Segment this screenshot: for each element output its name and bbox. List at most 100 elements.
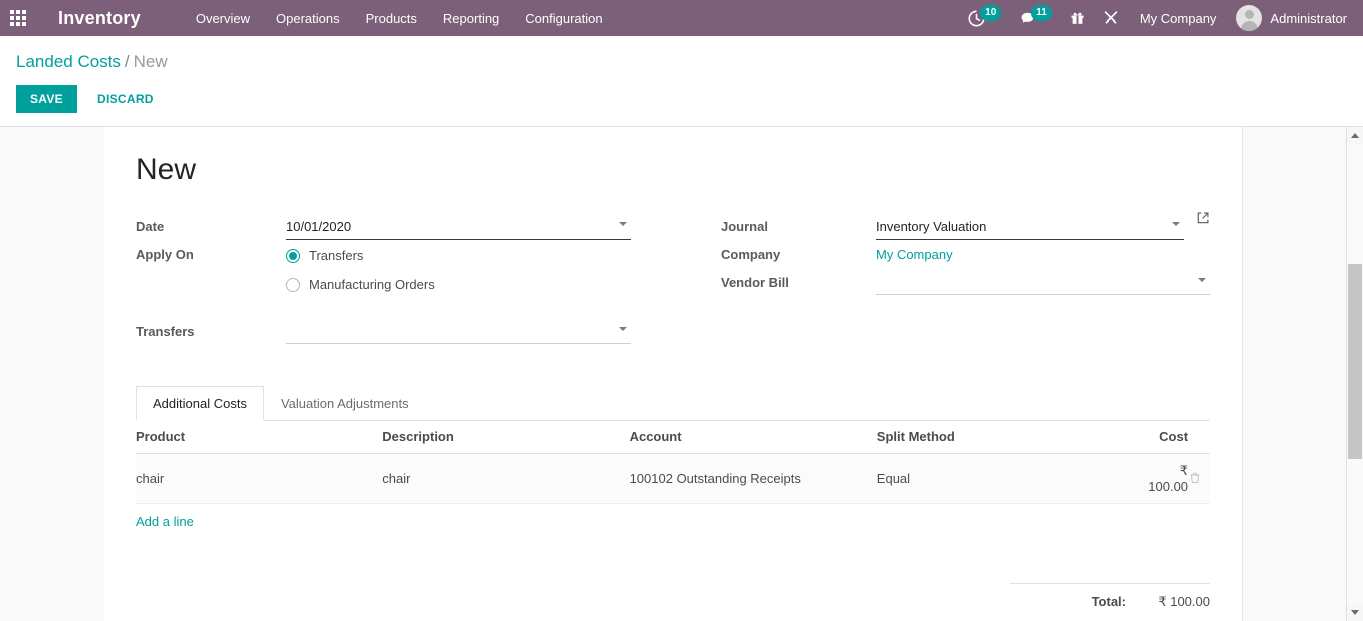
main-menu: Overview Operations Products Reporting C… [183, 2, 616, 35]
notebook-tabs: Additional Costs Valuation Adjustments [136, 386, 1210, 421]
vendor-bill-input-wrapper[interactable] [876, 271, 1210, 295]
content-area: New Date 10/01/2020 Apply [0, 126, 1363, 621]
column-header-cost[interactable]: Cost [1148, 421, 1188, 454]
field-transfers: Transfers [136, 318, 673, 346]
radio-manufacturing-orders-input[interactable] [286, 278, 300, 292]
scrollbar-track[interactable] [1347, 144, 1363, 604]
breadcrumb-separator: / [125, 52, 130, 71]
totals-section: Total: ₹ 100.00 COMPUTE [136, 583, 1210, 621]
scroll-down-button[interactable] [1347, 604, 1363, 621]
cell-split-method[interactable]: Equal [877, 454, 1148, 504]
menu-item-reporting[interactable]: Reporting [430, 2, 512, 35]
total-value: ₹ 100.00 [1140, 594, 1210, 610]
journal-input-wrapper[interactable]: Inventory Valuation [876, 215, 1184, 240]
radio-transfers-input[interactable] [286, 249, 300, 263]
vendor-bill-input[interactable] [876, 271, 1210, 295]
table-row[interactable]: chair chair 100102 Outstanding Receipts … [136, 454, 1210, 504]
control-panel: Landed Costs/New SAVE DISCARD [0, 36, 1363, 123]
external-link-icon [1196, 211, 1210, 225]
field-company-label: Company [721, 241, 876, 264]
tab-valuation-adjustments[interactable]: Valuation Adjustments [264, 386, 426, 421]
field-journal: Journal Inventory Valuation [721, 213, 1210, 241]
cell-account[interactable]: 100102 Outstanding Receipts [630, 454, 877, 504]
add-line-cell[interactable]: Add a line [136, 504, 1210, 536]
top-navbar: Inventory Overview Operations Products R… [0, 0, 1363, 36]
tab-additional-costs[interactable]: Additional Costs [136, 386, 264, 421]
column-header-product[interactable]: Product [136, 421, 382, 454]
page-title: New [136, 153, 1210, 187]
compute-row: COMPUTE [1010, 614, 1210, 621]
company-value-link[interactable]: My Company [876, 243, 1210, 267]
breadcrumb: Landed Costs/New [0, 46, 1363, 77]
add-a-line-link[interactable]: Add a line [136, 514, 194, 529]
cell-delete[interactable] [1188, 454, 1210, 504]
form-sheet: New Date 10/01/2020 Apply [104, 127, 1243, 621]
field-vendor-bill-label: Vendor Bill [721, 269, 876, 292]
scrollbar-thumb[interactable] [1348, 264, 1362, 459]
activity-count-badge: 10 [980, 5, 1001, 21]
vertical-scrollbar[interactable] [1346, 127, 1363, 621]
gift-icon [1070, 10, 1085, 26]
field-transfers-label: Transfers [136, 318, 286, 341]
date-input-wrapper[interactable]: 10/01/2020 [286, 215, 631, 240]
app-brand-inventory[interactable]: Inventory [58, 8, 141, 29]
radio-option-transfers[interactable]: Transfers [286, 243, 673, 267]
column-header-account[interactable]: Account [630, 421, 877, 454]
column-header-description[interactable]: Description [382, 421, 629, 454]
record-actions: SAVE DISCARD [0, 77, 1363, 123]
total-label: Total: [1092, 594, 1126, 609]
field-date-label: Date [136, 213, 286, 236]
save-button[interactable]: SAVE [16, 85, 77, 113]
radio-manufacturing-orders-label[interactable]: Manufacturing Orders [309, 277, 435, 292]
gift-button[interactable] [1061, 0, 1094, 36]
menu-item-overview[interactable]: Overview [183, 2, 263, 35]
scroll-up-button[interactable] [1347, 127, 1363, 144]
journal-input[interactable]: Inventory Valuation [876, 215, 1184, 240]
transfers-input[interactable] [286, 320, 631, 344]
date-input[interactable]: 10/01/2020 [286, 215, 631, 240]
table-header-row: Product Description Account Split Method… [136, 421, 1210, 454]
form-scroll-container: New Date 10/01/2020 Apply [0, 127, 1346, 621]
breadcrumb-current: New [134, 52, 168, 71]
chevron-up-icon [1351, 133, 1359, 138]
radio-transfers-label[interactable]: Transfers [309, 248, 363, 263]
messages-count-badge: 11 [1031, 5, 1052, 21]
radio-option-manufacturing-orders[interactable]: Manufacturing Orders [286, 267, 673, 296]
systray: 10 11 My Company [959, 0, 1363, 36]
add-line-row[interactable]: Add a line [136, 504, 1210, 536]
cell-description[interactable]: chair [382, 454, 629, 504]
notebook: Additional Costs Valuation Adjustments P… [136, 386, 1210, 621]
breadcrumb-landed-costs[interactable]: Landed Costs [16, 52, 121, 71]
cell-cost[interactable]: ₹ 100.00 [1148, 454, 1188, 504]
chevron-down-icon [1351, 610, 1359, 615]
total-row: Total: ₹ 100.00 [1010, 583, 1210, 614]
user-avatar-icon [1236, 5, 1262, 31]
apps-grid-icon[interactable] [0, 0, 36, 36]
debug-tools-button[interactable] [1094, 0, 1128, 36]
field-journal-label: Journal [721, 213, 876, 236]
discard-button[interactable]: DISCARD [85, 85, 166, 113]
field-date: Date 10/01/2020 [136, 213, 673, 241]
form-column-left: Date 10/01/2020 Apply On [136, 213, 673, 346]
form-column-right: Journal Inventory Valuation [673, 213, 1210, 346]
journal-internal-link-button[interactable] [1196, 211, 1210, 228]
field-vendor-bill: Vendor Bill [721, 269, 1210, 297]
cell-product[interactable]: chair [136, 454, 382, 504]
crossed-tools-icon [1103, 10, 1119, 26]
additional-costs-table: Product Description Account Split Method… [136, 421, 1210, 535]
menu-item-products[interactable]: Products [353, 2, 430, 35]
activity-menu-button[interactable]: 10 [959, 0, 1010, 36]
company-switcher[interactable]: My Company [1128, 11, 1229, 26]
user-name-label: Administrator [1270, 11, 1347, 26]
field-apply-on-label: Apply On [136, 241, 286, 264]
field-apply-on: Apply On Transfers Manufacturing Orders [136, 241, 673, 296]
messaging-menu-button[interactable]: 11 [1010, 0, 1061, 36]
field-company: Company My Company [721, 241, 1210, 269]
menu-item-operations[interactable]: Operations [263, 2, 353, 35]
form-fields: Date 10/01/2020 Apply On [136, 213, 1210, 346]
column-header-split-method[interactable]: Split Method [877, 421, 1148, 454]
menu-item-configuration[interactable]: Configuration [512, 2, 615, 35]
trash-icon[interactable] [1189, 471, 1201, 487]
user-menu[interactable]: Administrator [1228, 5, 1353, 31]
transfers-input-wrapper[interactable] [286, 320, 631, 344]
